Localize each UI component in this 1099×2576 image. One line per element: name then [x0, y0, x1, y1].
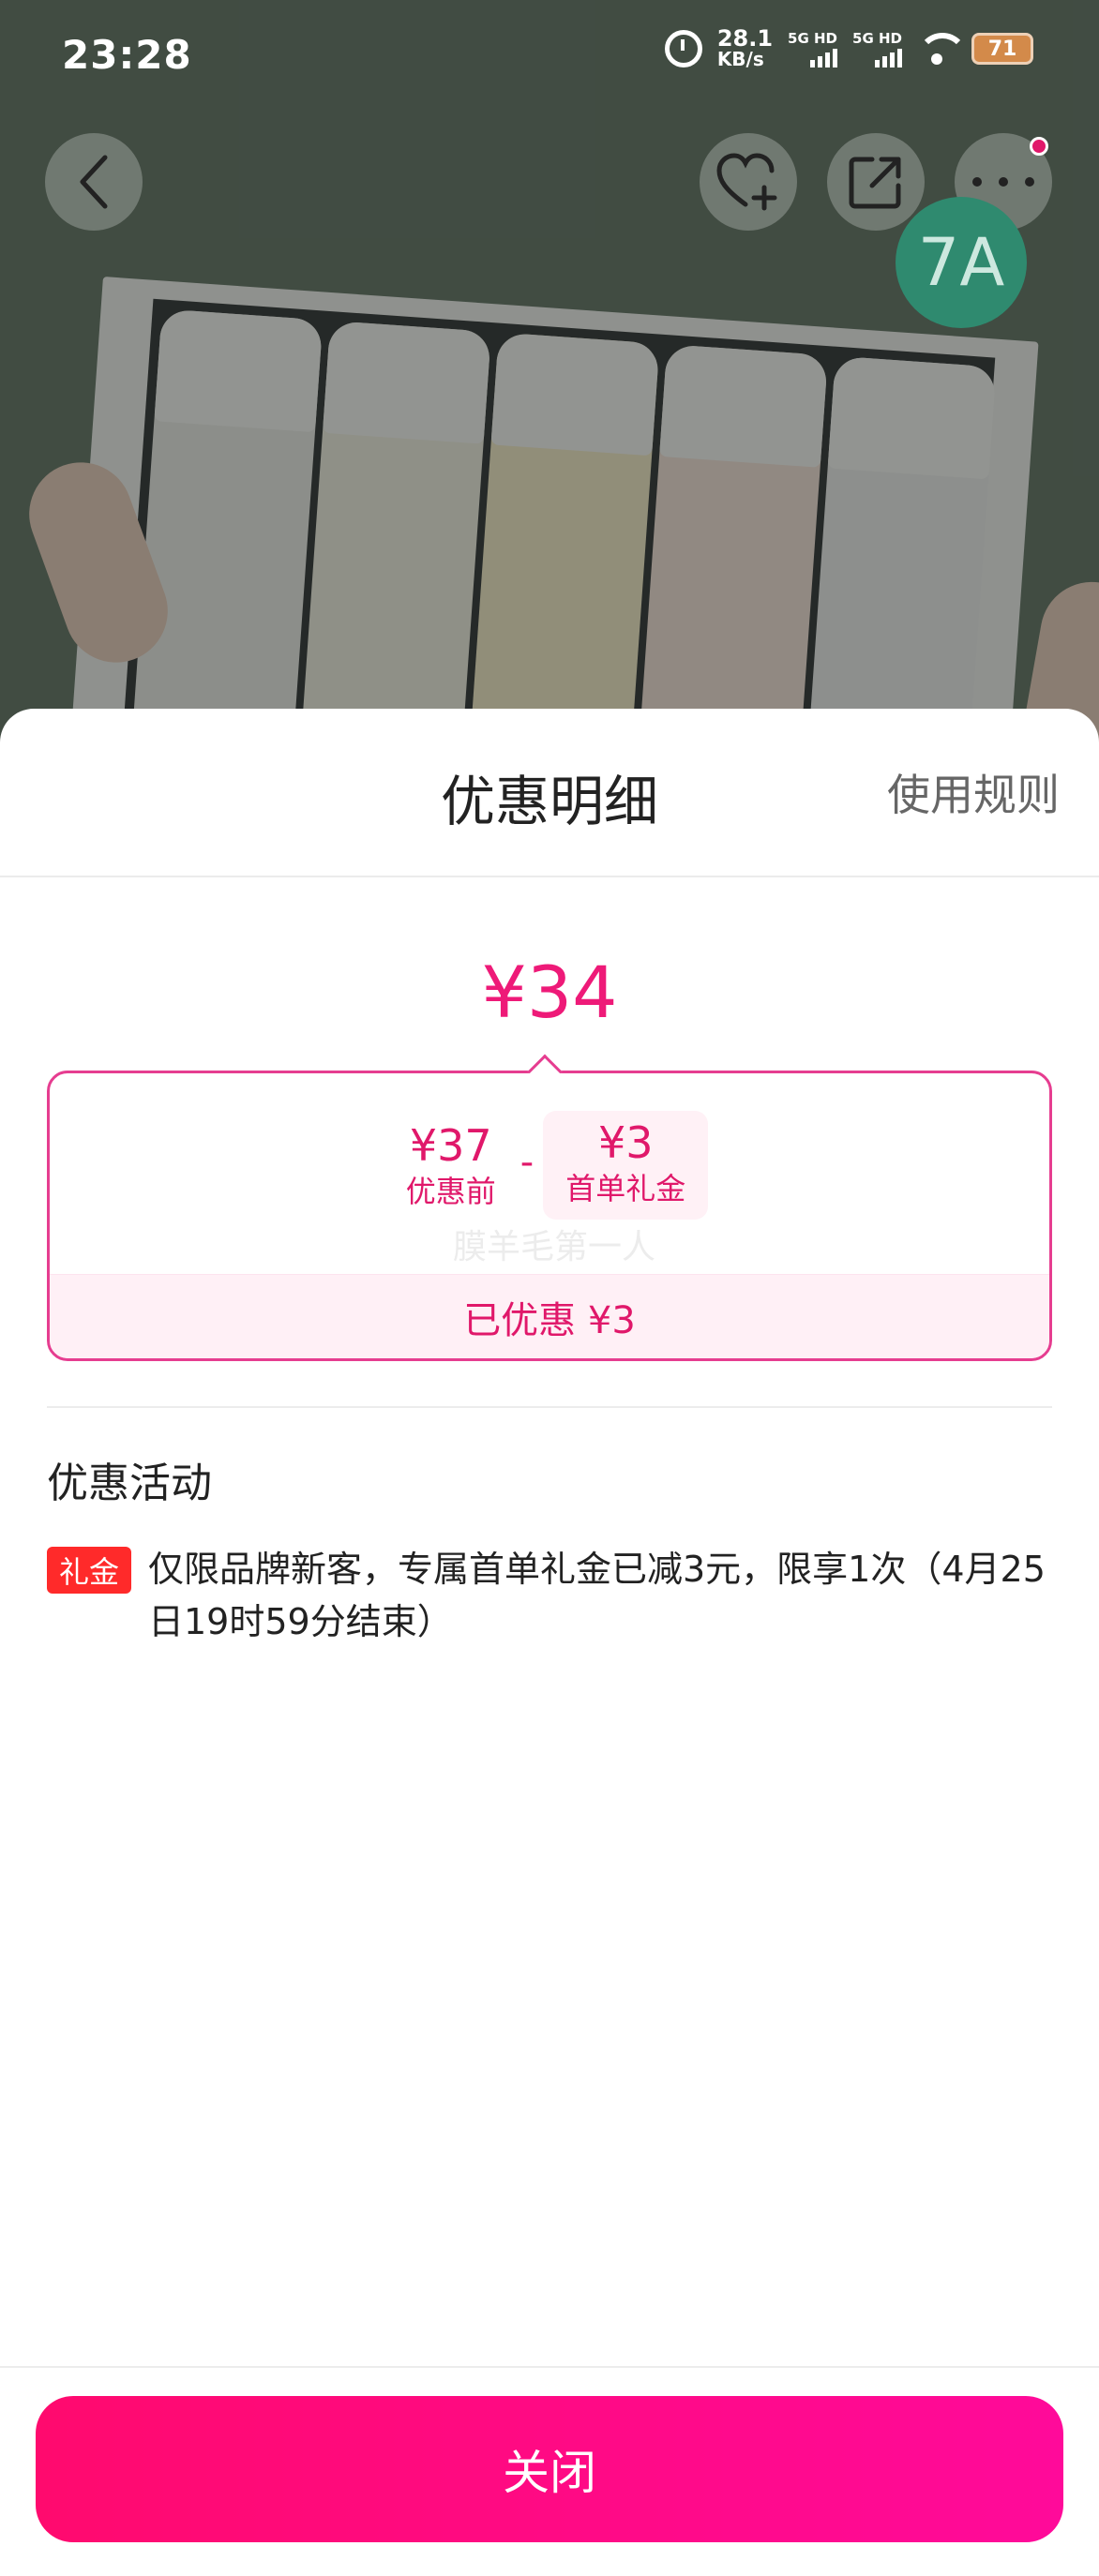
battery-level: 71 — [987, 37, 1017, 61]
share-button[interactable] — [827, 133, 925, 231]
notification-dot — [1030, 137, 1048, 156]
back-button[interactable] — [45, 133, 143, 231]
divider — [0, 2366, 1099, 2368]
discount-amount: ¥3 — [597, 1117, 654, 1168]
original-price-label: 优惠前 — [405, 1174, 496, 1209]
status-bar: 23:28 28.1 KB/s 5G HD 5G HD 71 — [0, 0, 1099, 112]
original-price-amount: ¥37 — [409, 1120, 492, 1171]
usage-rules-link[interactable]: 使用规则 — [887, 761, 1060, 823]
divider — [47, 1406, 1052, 1408]
signal-sim2-icon: 5G HD — [852, 30, 902, 67]
promotions-title: 优惠活动 — [47, 1460, 212, 1507]
discount-detail-sheet: 优惠明细 使用规则 ¥34 ¥37 优惠前 - ¥3 首单礼金 膜羊毛第一人 已… — [0, 709, 1099, 2576]
divider — [0, 876, 1099, 877]
battery-icon: 71 — [971, 33, 1033, 65]
chevron-left-icon — [80, 155, 108, 209]
first-order-gift-discount: ¥3 首单礼金 — [543, 1111, 709, 1220]
close-button[interactable]: 关闭 — [36, 2396, 1063, 2542]
wifi-icon — [917, 33, 968, 65]
final-price: ¥34 — [481, 951, 618, 1034]
minus-sign: - — [519, 1141, 534, 1184]
network-speed: 28.1 KB/s — [716, 25, 774, 70]
favorite-button[interactable] — [700, 133, 797, 231]
share-icon — [849, 157, 901, 209]
heart-plus-icon — [716, 153, 777, 211]
gift-money-tag: 礼金 — [47, 1547, 131, 1594]
alarm-icon — [664, 30, 702, 67]
faded-background-text: 膜羊毛第一人 — [453, 1228, 656, 1266]
total-saved: 已优惠 ¥3 — [50, 1274, 1049, 1358]
promotion-text: 仅限品牌新客，专属首单礼金已减3元，限享1次（4月25日19时59分结束） — [148, 1549, 1046, 1642]
signal-sim1-icon: 5G HD — [788, 30, 838, 67]
discount-label: 首单礼金 — [565, 1171, 686, 1206]
original-price: ¥37 优惠前 — [391, 1119, 511, 1211]
more-icon — [972, 177, 1034, 187]
product-badge: 7A — [896, 197, 1027, 328]
status-time: 23:28 — [62, 32, 192, 78]
product-image-area — [0, 0, 1099, 750]
price-breakdown-card: ¥37 优惠前 - ¥3 首单礼金 膜羊毛第一人 已优惠 ¥3 — [47, 1071, 1052, 1361]
